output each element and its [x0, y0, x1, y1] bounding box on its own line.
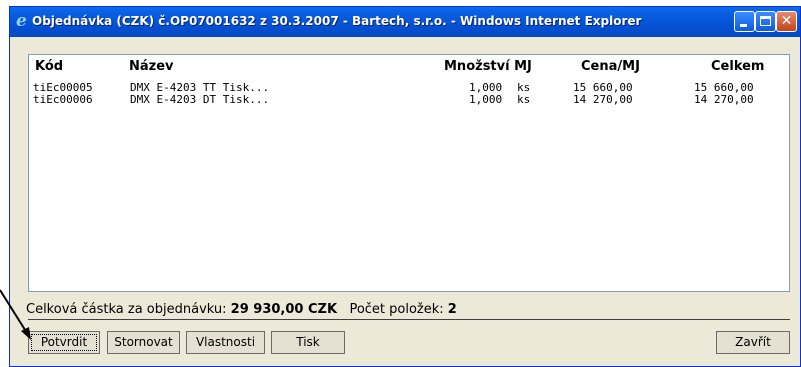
pointer-arrow-icon: [0, 289, 31, 340]
